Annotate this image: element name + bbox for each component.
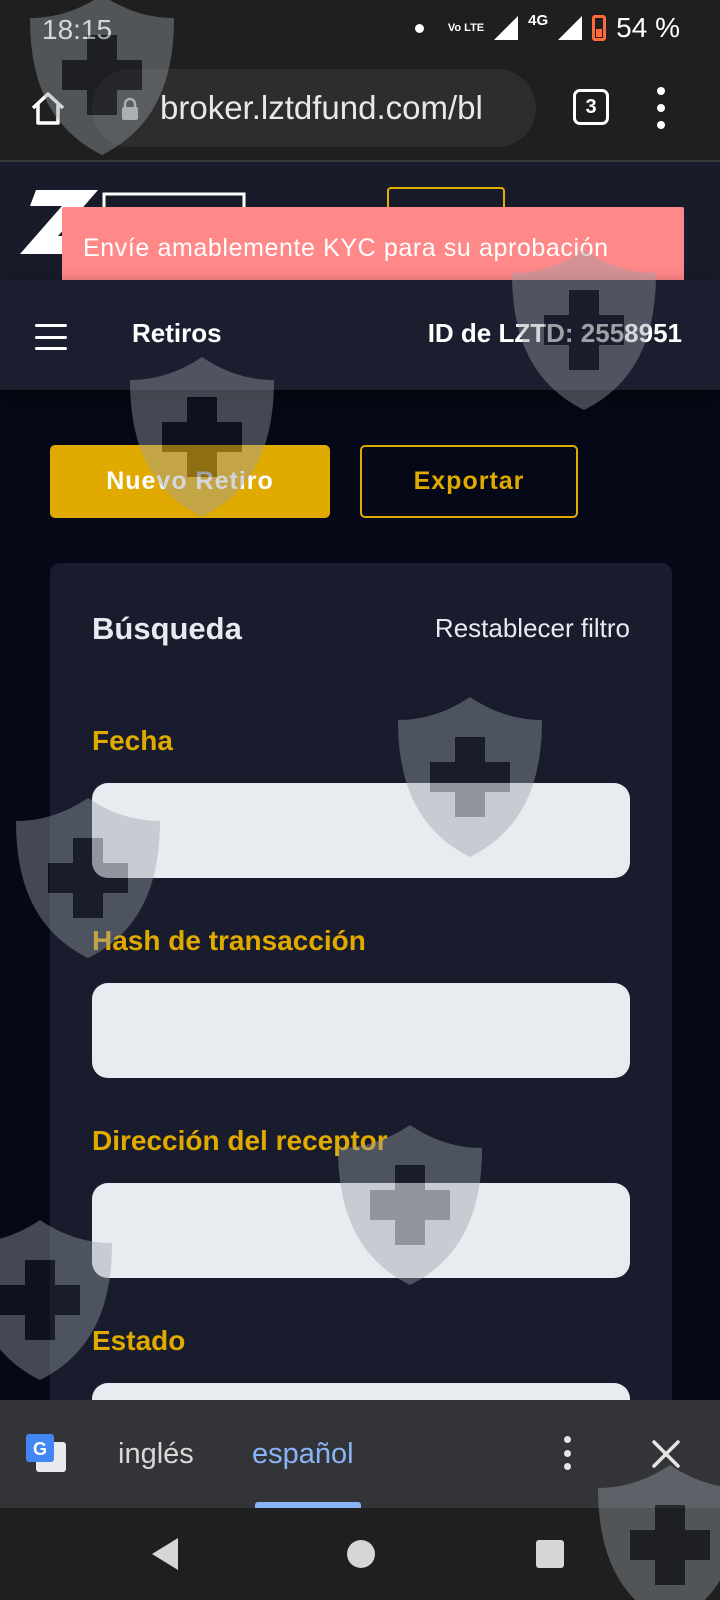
reset-filter-link[interactable]: Restablecer filtro [435,613,630,644]
shield-watermark-icon [16,798,160,958]
wifi-signal-icon [494,16,519,40]
more-vert-icon[interactable] [655,87,667,129]
battery-percent: 54 % [616,12,680,43]
translate-more-icon[interactable] [562,1436,572,1470]
network-type: 4G [528,11,549,29]
shield-watermark-icon [0,1220,112,1380]
nav-home-icon[interactable] [347,1540,375,1568]
nav-recents-icon[interactable] [536,1540,564,1568]
svg-text:G: G [33,1439,47,1459]
status-indicators: Vo LTE 4G 54 % [414,11,680,44]
volte-icon: Vo LTE [447,21,485,34]
tab-switcher-button[interactable]: 3 [573,89,609,125]
url-text: broker.lztdfund.com/bl [160,89,483,126]
shield-watermark-icon [130,357,274,517]
shield-watermark-icon [512,250,656,410]
page-title: Retiros [132,318,222,348]
source-language-tab[interactable]: inglés [118,1438,194,1471]
search-title: Búsqueda [92,611,242,646]
nav-back-icon[interactable] [152,1538,178,1570]
date-label: Fecha [92,725,173,756]
search-card: Búsqueda Restablecer filtro Fecha Hash d… [50,563,672,1478]
cell-signal-icon [558,16,583,40]
google-translate-icon: G [26,1434,66,1472]
export-button[interactable]: Exportar [360,445,578,518]
target-language-tab[interactable]: español [252,1438,354,1471]
shield-watermark-icon [30,0,174,155]
battery-icon [592,15,607,41]
shield-watermark-icon [598,1465,720,1600]
tx-hash-input[interactable] [92,983,630,1078]
menu-icon[interactable] [35,324,67,350]
shield-watermark-icon [398,697,542,857]
notification-dot-icon [414,23,424,33]
shield-watermark-icon [338,1125,482,1285]
